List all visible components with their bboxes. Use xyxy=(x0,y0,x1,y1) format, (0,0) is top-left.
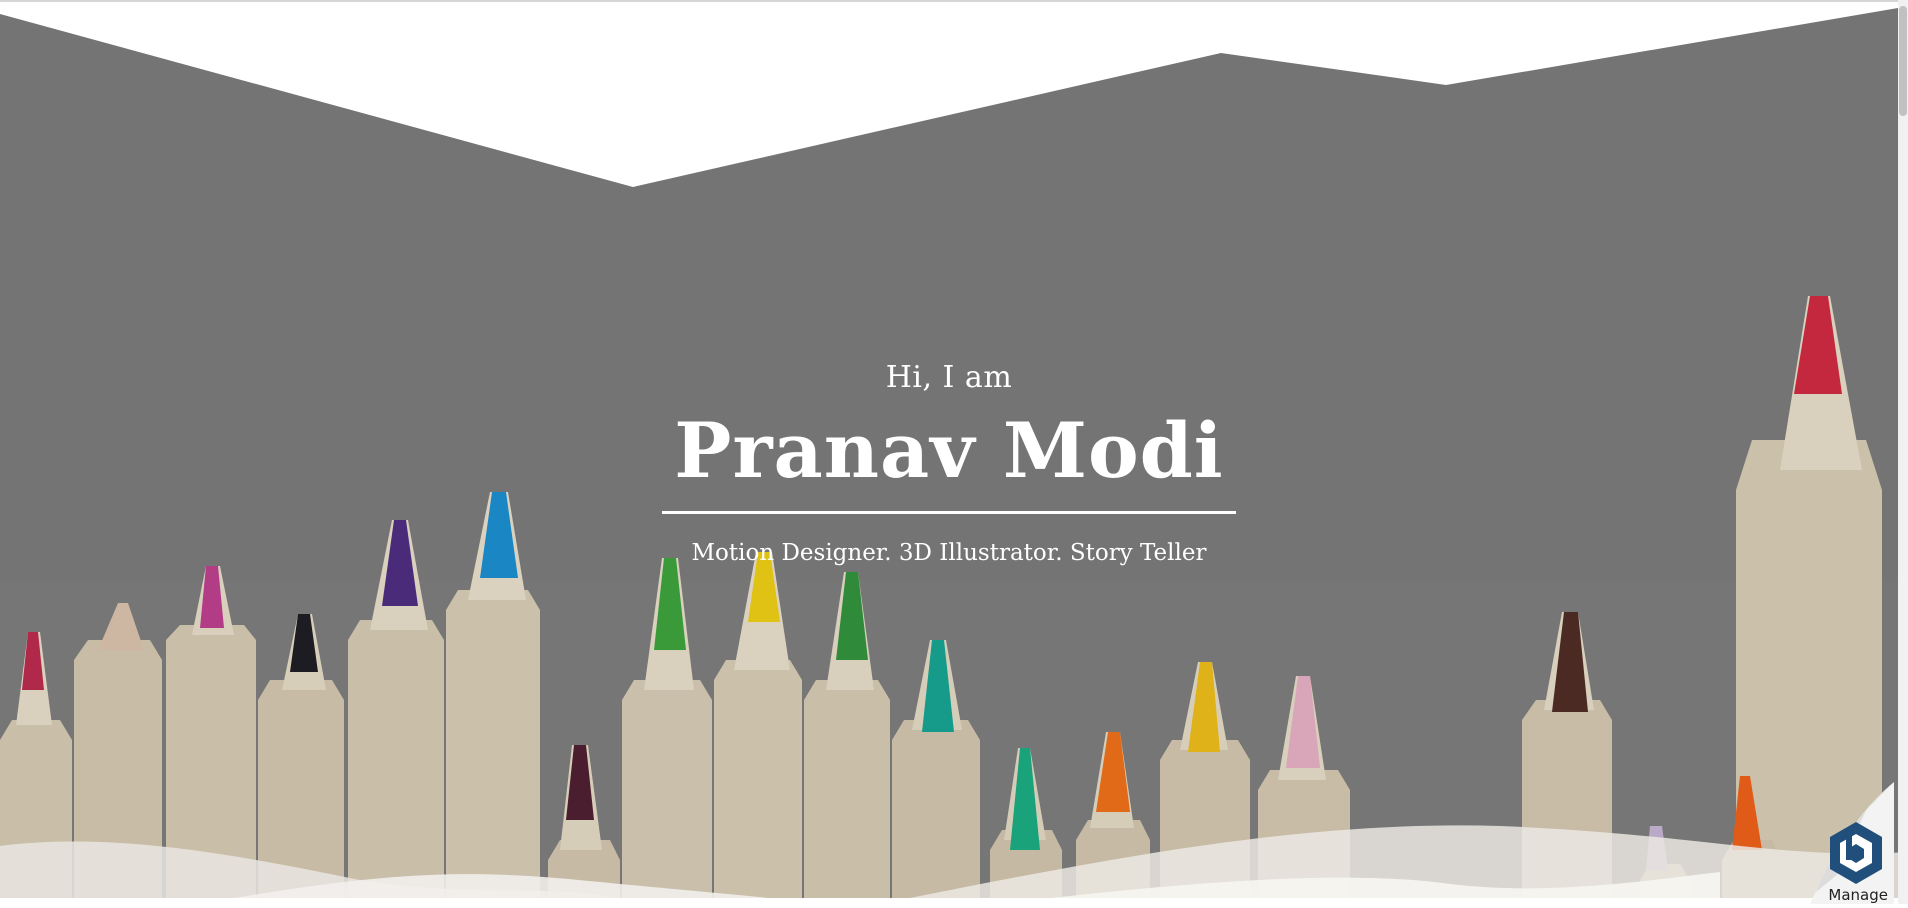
hero-name: Pranav Modi xyxy=(674,406,1224,495)
scrollbar-thumb[interactable] xyxy=(1899,6,1907,116)
hero-section: Hi, I am Pranav Modi Motion Designer. 3D… xyxy=(0,0,1908,904)
hero-tagline: Motion Designer. 3D Illustrator. Story T… xyxy=(691,540,1207,566)
hero-content: Hi, I am Pranav Modi Motion Designer. 3D… xyxy=(0,360,1898,566)
manage-widget[interactable]: Manage xyxy=(1798,774,1894,904)
hero-divider xyxy=(662,511,1236,514)
hero-greeting: Hi, I am xyxy=(885,360,1013,395)
page-scrollbar[interactable] xyxy=(1898,0,1908,904)
manage-label[interactable]: Manage xyxy=(1828,886,1888,904)
b-hexagon-icon[interactable] xyxy=(1826,820,1886,886)
